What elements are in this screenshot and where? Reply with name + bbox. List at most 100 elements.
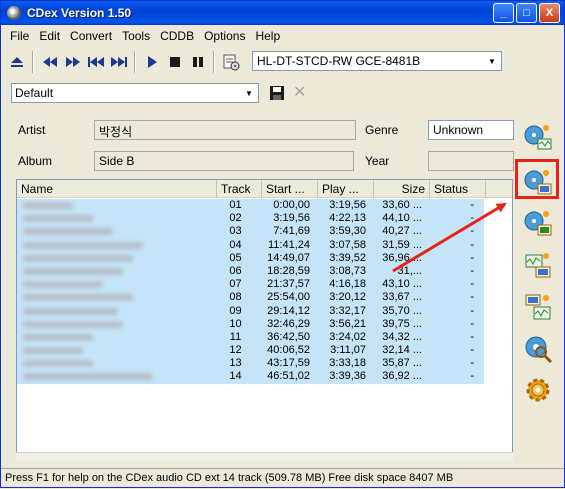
track-name-blurred [17,344,213,357]
track-name-blurred [17,199,213,212]
column-track[interactable]: Track [217,180,262,198]
menu-cddb[interactable]: CDDB [155,29,199,43]
year-field[interactable] [428,151,514,171]
track-row[interactable]: 07 21:37,57 4:16,18 43,10 ... - [17,278,484,292]
column-play[interactable]: Play ... [318,180,374,198]
convert-wav-to-mp3-icon[interactable] [520,247,556,283]
track-play-time: 3:32,17 [329,304,366,317]
column-name[interactable]: Name [17,180,217,198]
track-row[interactable]: 09 29:14,12 3:32,17 35,70 ... - [17,304,484,318]
artist-field[interactable]: 박정식 [94,120,356,140]
menu-convert[interactable]: Convert [65,29,117,43]
cd-info-search-icon[interactable] [520,331,556,367]
previous-track-icon[interactable] [84,51,107,74]
save-profile-icon[interactable] [269,85,287,103]
album-info-panel: Artist 박정식 Album Side B Genre Unknown Ye… [8,113,514,177]
extract-partial-track-icon[interactable] [520,205,556,241]
profile-select[interactable]: Default ▼ [11,83,259,103]
track-row[interactable]: 06 18:28,59 3:08,73 31,... - [17,264,484,279]
horizontal-scrollbar[interactable] [16,452,513,462]
track-play-time: 4:16,18 [329,278,366,291]
chevron-down-icon[interactable]: ▼ [484,53,500,69]
track-number: 11 [229,330,242,343]
conversion-toolbar [516,111,564,411]
track-number: 07 [229,278,242,291]
menu-edit[interactable]: Edit [34,29,65,43]
play-icon[interactable] [140,51,163,74]
track-size: 36,96 ... [382,251,422,264]
album-field[interactable]: Side B [94,151,354,171]
track-list[interactable]: Name Track Start ... Play ... Size Statu… [16,179,513,462]
genre-field[interactable]: Unknown [428,120,514,140]
track-row[interactable]: 11 36:42,50 3:24,02 34,32 ... - [17,330,484,345]
extract-cdda-tracks-icon[interactable] [520,119,556,155]
track-status: - [470,225,474,238]
track-size: 35,70 ... [382,304,422,317]
track-status: - [470,330,474,343]
track-size: 44,10 ... [382,212,422,225]
track-status: - [470,238,474,251]
column-size[interactable]: Size [374,180,430,198]
track-row[interactable]: 01 0:00,00 3:19,56 33,60 ... - [17,199,484,213]
track-start: 46:51,02 [267,370,310,383]
track-number: 08 [229,291,242,304]
configure-settings-gear-icon[interactable] [520,372,556,408]
track-play-time: 3:33,18 [329,357,366,370]
track-play-time: 3:56,21 [329,317,366,330]
drive-select[interactable]: HL-DT-STCD-RW GCE-8481B ▼ [252,51,502,71]
track-play-time: 3:39,52 [329,251,366,264]
column-status[interactable]: Status [430,180,486,198]
track-row[interactable]: 13 43:17,59 3:33,18 35,87 ... - [17,357,484,371]
track-play-time: 3:08,73 [329,264,366,277]
column-start[interactable]: Start ... [262,180,318,198]
track-size: 32,14 ... [382,344,422,357]
menu-tools[interactable]: Tools [117,29,155,43]
track-start: 7:41,69 [273,225,310,238]
track-name-blurred [17,225,213,238]
track-row[interactable]: 10 32:46,29 3:56,21 39,75 ... - [17,317,484,331]
track-status: - [470,357,474,370]
menu-file[interactable]: File [5,29,34,43]
track-start: 11:41,24 [267,238,310,251]
track-row[interactable]: 02 3:19,56 4:22,13 44,10 ... - [17,212,484,226]
fast-forward-icon[interactable] [61,51,84,74]
track-number: 02 [229,212,242,225]
track-row[interactable]: 14 46:51,02 3:39,36 36,92 ... - [17,370,484,384]
track-name-blurred [17,252,213,265]
track-name-blurred [17,265,213,278]
track-status: - [470,212,474,225]
track-start: 29:14,12 [267,304,310,317]
track-start: 18:28,59 [267,264,310,277]
track-start: 0:00,00 [273,199,310,211]
track-number: 09 [229,304,242,317]
track-number: 03 [229,225,242,238]
pause-icon[interactable] [186,51,209,74]
delete-profile-icon[interactable]: ✕ [293,84,311,102]
title-bar[interactable]: CDex Version 1.50 _ □ X [1,1,564,25]
rewind-icon[interactable] [38,51,61,74]
maximize-button[interactable]: □ [516,3,537,23]
track-name-blurred [17,318,213,331]
cd-info-icon[interactable] [219,51,242,74]
track-play-time: 3:24,02 [329,330,366,343]
track-start: 21:37,57 [267,278,310,291]
track-play-time: 3:59,30 [329,225,366,238]
track-row[interactable]: 12 40:06,52 3:11,07 32,14 ... - [17,344,484,358]
close-button[interactable]: X [539,3,560,23]
menu-options[interactable]: Options [199,29,250,43]
eject-icon[interactable] [5,51,28,74]
track-row[interactable]: 03 7:41,69 3:59,30 40,27 ... - [17,225,484,239]
track-size: 43,10 ... [382,278,422,291]
track-row[interactable]: 04 11:41,24 3:07,58 31,59 ... - [17,238,484,252]
menu-help[interactable]: Help [250,29,285,43]
profile-select-value: Default [15,86,54,100]
chevron-down-icon[interactable]: ▼ [241,85,257,101]
highlight-box [515,159,559,199]
convert-mp3-to-wav-icon[interactable] [520,289,556,325]
stop-icon[interactable] [163,51,186,74]
track-status: - [470,264,474,277]
minimize-button[interactable]: _ [493,3,514,23]
track-row[interactable]: 05 14:49,07 3:39,52 36,96 ... - [17,251,484,265]
next-track-icon[interactable] [107,51,130,74]
track-row[interactable]: 08 25:54,00 3:20,12 33,67 ... - [17,291,484,305]
